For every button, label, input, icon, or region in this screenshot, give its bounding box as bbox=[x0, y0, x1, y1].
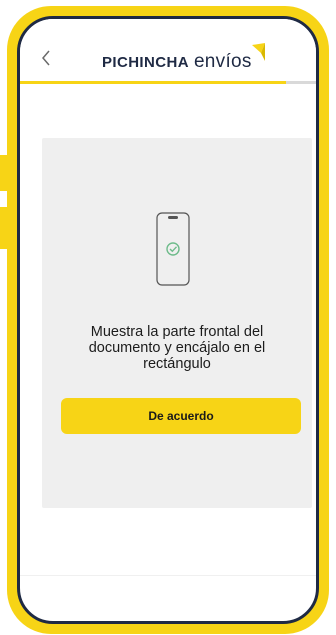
instruction-text: Muestra la parte frontal del documento y… bbox=[88, 324, 266, 372]
brand-subtitle: envíos bbox=[193, 51, 252, 72]
phone-check-icon bbox=[156, 212, 190, 286]
phone-screen: PICHINCHA envíos Muestra la parte fronta… bbox=[17, 16, 319, 624]
brand-name: PICHINCHA bbox=[102, 54, 189, 71]
progress-bar bbox=[20, 81, 316, 84]
chevron-left-icon bbox=[42, 50, 50, 66]
back-button[interactable] bbox=[40, 49, 58, 69]
app-header: PICHINCHA envíos bbox=[20, 19, 316, 84]
brand-flag-icon bbox=[252, 43, 265, 61]
phone-frame: PICHINCHA envíos Muestra la parte fronta… bbox=[7, 6, 329, 634]
agree-button[interactable]: De acuerdo bbox=[61, 398, 301, 434]
brand-logo: PICHINCHA envíos bbox=[102, 43, 265, 75]
instruction-card: Muestra la parte frontal del documento y… bbox=[42, 138, 312, 508]
bottom-divider bbox=[20, 575, 316, 576]
progress-bar-fill bbox=[20, 81, 287, 84]
